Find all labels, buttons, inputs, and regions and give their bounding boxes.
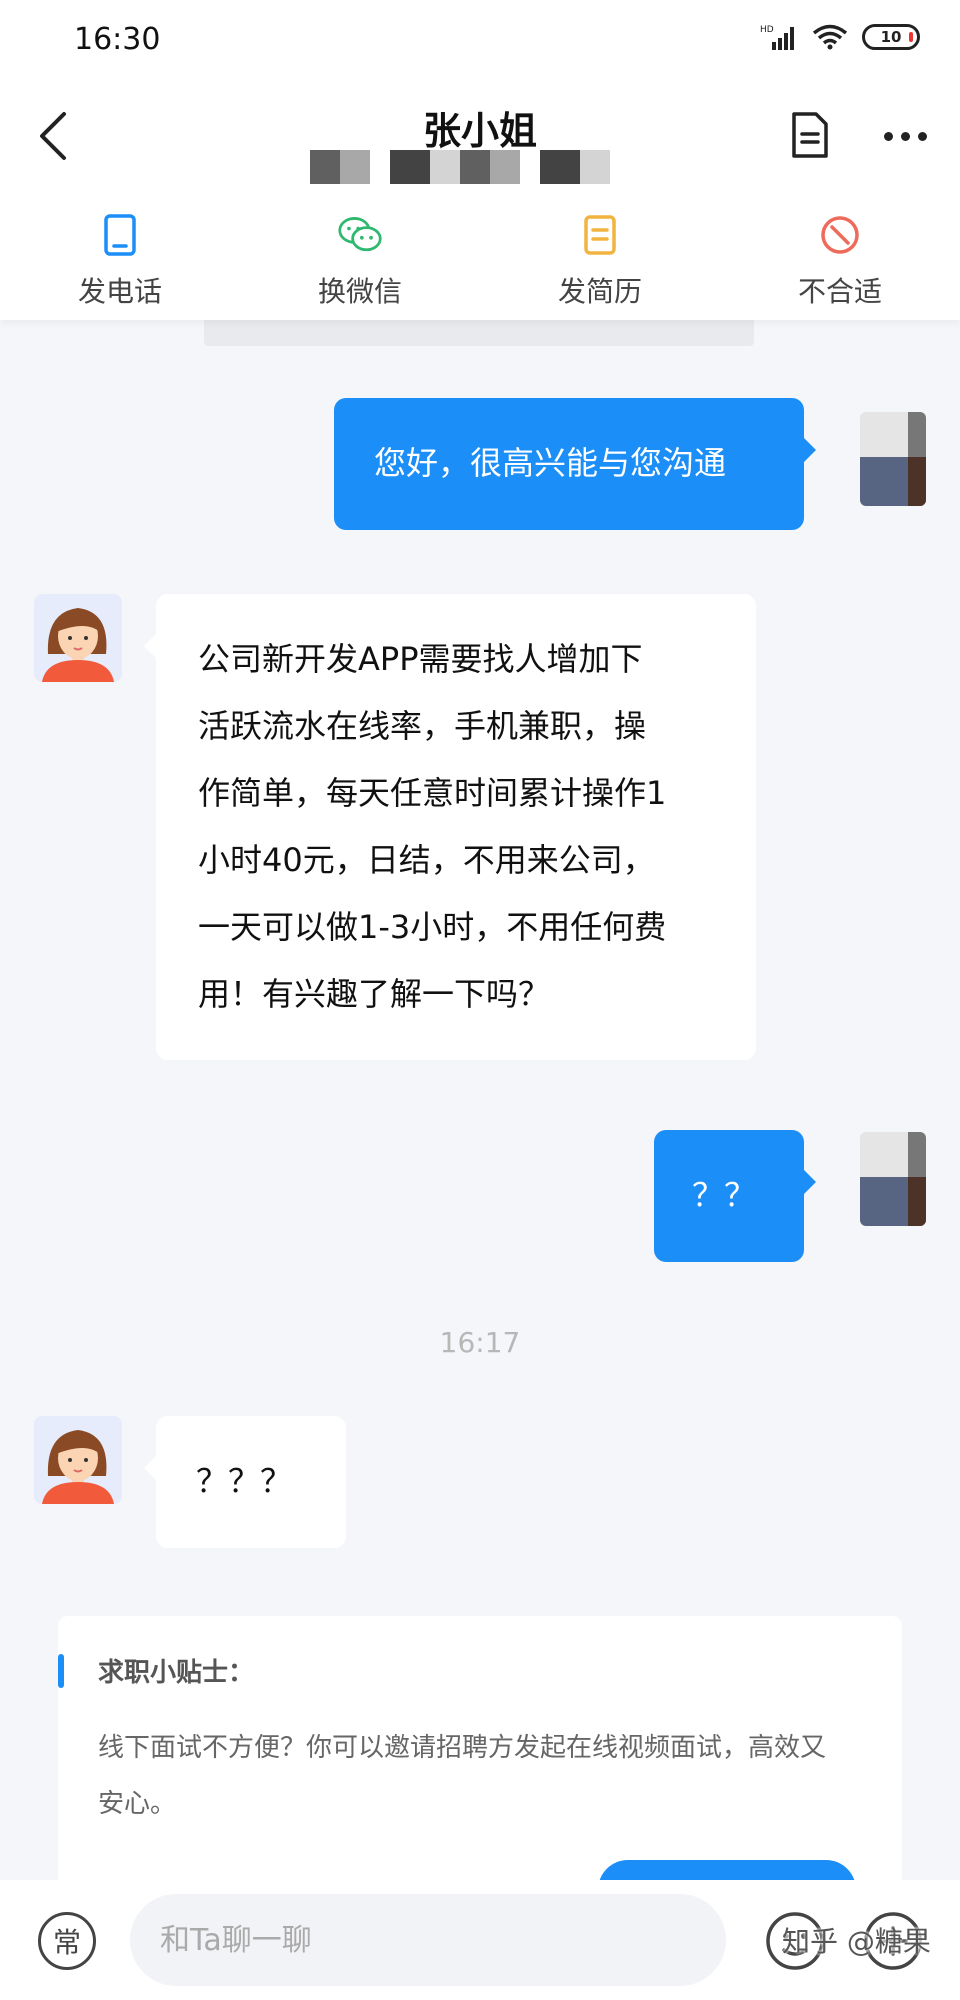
message-text: 您好，很高兴能与您沟通 <box>374 444 727 482</box>
message-input[interactable] <box>130 1894 726 1986</box>
status-time: 16:30 <box>74 22 161 57</box>
woman-avatar-icon <box>42 608 114 682</box>
message-line: 小时40元，日结，不用来公司， <box>198 841 655 879</box>
message-text: ？？？ <box>196 1462 293 1500</box>
call-label: 发电话 <box>77 275 162 308</box>
battery-icon: 10 <box>862 24 920 50</box>
message-timestamp: 16:17 <box>439 1326 521 1359</box>
exchange-wechat-label: 换微信 <box>317 275 402 308</box>
job-tip-card: 求职小贴士： 线下面试不方便？你可以邀请招聘方发起在线视频面试，高效又 安心。 <box>58 1616 902 1880</box>
call-button[interactable]: 发电话 <box>0 192 240 320</box>
tip-accent-bar <box>58 1654 64 1688</box>
my-avatar[interactable] <box>860 412 926 506</box>
resume-icon <box>577 212 623 258</box>
recruiter-avatar[interactable] <box>34 1416 122 1504</box>
message-text: ？？ <box>692 1176 757 1214</box>
title-bar: 张小姐 <box>0 80 960 192</box>
send-resume-label: 发简历 <box>557 275 642 308</box>
message-line: 用！有兴趣了解一下吗？ <box>198 975 551 1013</box>
signal-icon: HD <box>760 24 798 50</box>
phone-icon <box>97 212 143 258</box>
input-bar: 常 知乎 @糖果 <box>0 1880 960 2000</box>
system-notice-partial <box>204 320 754 346</box>
not-suitable-button[interactable]: 不合适 <box>720 192 960 320</box>
chat-area[interactable]: 您好，很高兴能与您沟通 公司新开发APP需要找人增加下 活跃流水在线率，手机兼职… <box>0 320 960 1880</box>
more-options-icon[interactable] <box>884 132 927 141</box>
contact-company-redacted <box>310 150 610 184</box>
video-interview-button[interactable] <box>598 1860 856 1880</box>
message-line: 作简单，每天任意时间累计操作1 <box>198 774 667 812</box>
message-bubble-received[interactable]: ？？？ <box>144 1416 346 1548</box>
tip-title: 求职小贴士： <box>98 1658 255 1688</box>
common-phrases-button[interactable]: 常 <box>38 1912 96 1970</box>
tip-text: 线下面试不方便？你可以邀请招聘方发起在线视频面试，高效又 安心。 <box>98 1720 868 1832</box>
message-bubble-sent[interactable]: ？？ <box>654 1130 816 1262</box>
tip-line: 线下面试不方便？你可以邀请招聘方发起在线视频面试，高效又 <box>98 1733 827 1763</box>
battery-level: 10 <box>880 28 902 46</box>
woman-avatar-icon <box>42 1430 114 1504</box>
message-line: 活跃流水在线率，手机兼职，操 <box>198 707 647 745</box>
svg-text:HD: HD <box>760 25 774 35</box>
message-bubble-sent[interactable]: 您好，很高兴能与您沟通 <box>334 398 816 530</box>
exchange-wechat-button[interactable]: 换微信 <box>240 192 480 320</box>
message-line: 一天可以做1-3小时，不用任何费 <box>198 908 667 946</box>
not-suitable-icon <box>817 212 863 258</box>
action-bar: 发电话 换微信 发简历 不合适 <box>0 192 960 320</box>
send-resume-button[interactable]: 发简历 <box>480 192 720 320</box>
my-avatar[interactable] <box>860 1132 926 1226</box>
message-line: 公司新开发APP需要找人增加下 <box>198 640 643 678</box>
resume-icon[interactable] <box>790 110 830 160</box>
status-bar: 16:30 HD 10 <box>0 0 960 80</box>
status-icons: HD 10 <box>760 24 920 50</box>
message-bubble-received[interactable]: 公司新开发APP需要找人增加下 活跃流水在线率，手机兼职，操 作简单，每天任意时… <box>144 594 756 1060</box>
wechat-icon <box>337 212 383 258</box>
wifi-icon <box>812 24 848 50</box>
not-suitable-label: 不合适 <box>797 275 882 308</box>
watermark: 知乎 @糖果 <box>782 1925 931 1958</box>
recruiter-avatar[interactable] <box>34 594 122 682</box>
tip-line: 安心。 <box>98 1789 177 1819</box>
